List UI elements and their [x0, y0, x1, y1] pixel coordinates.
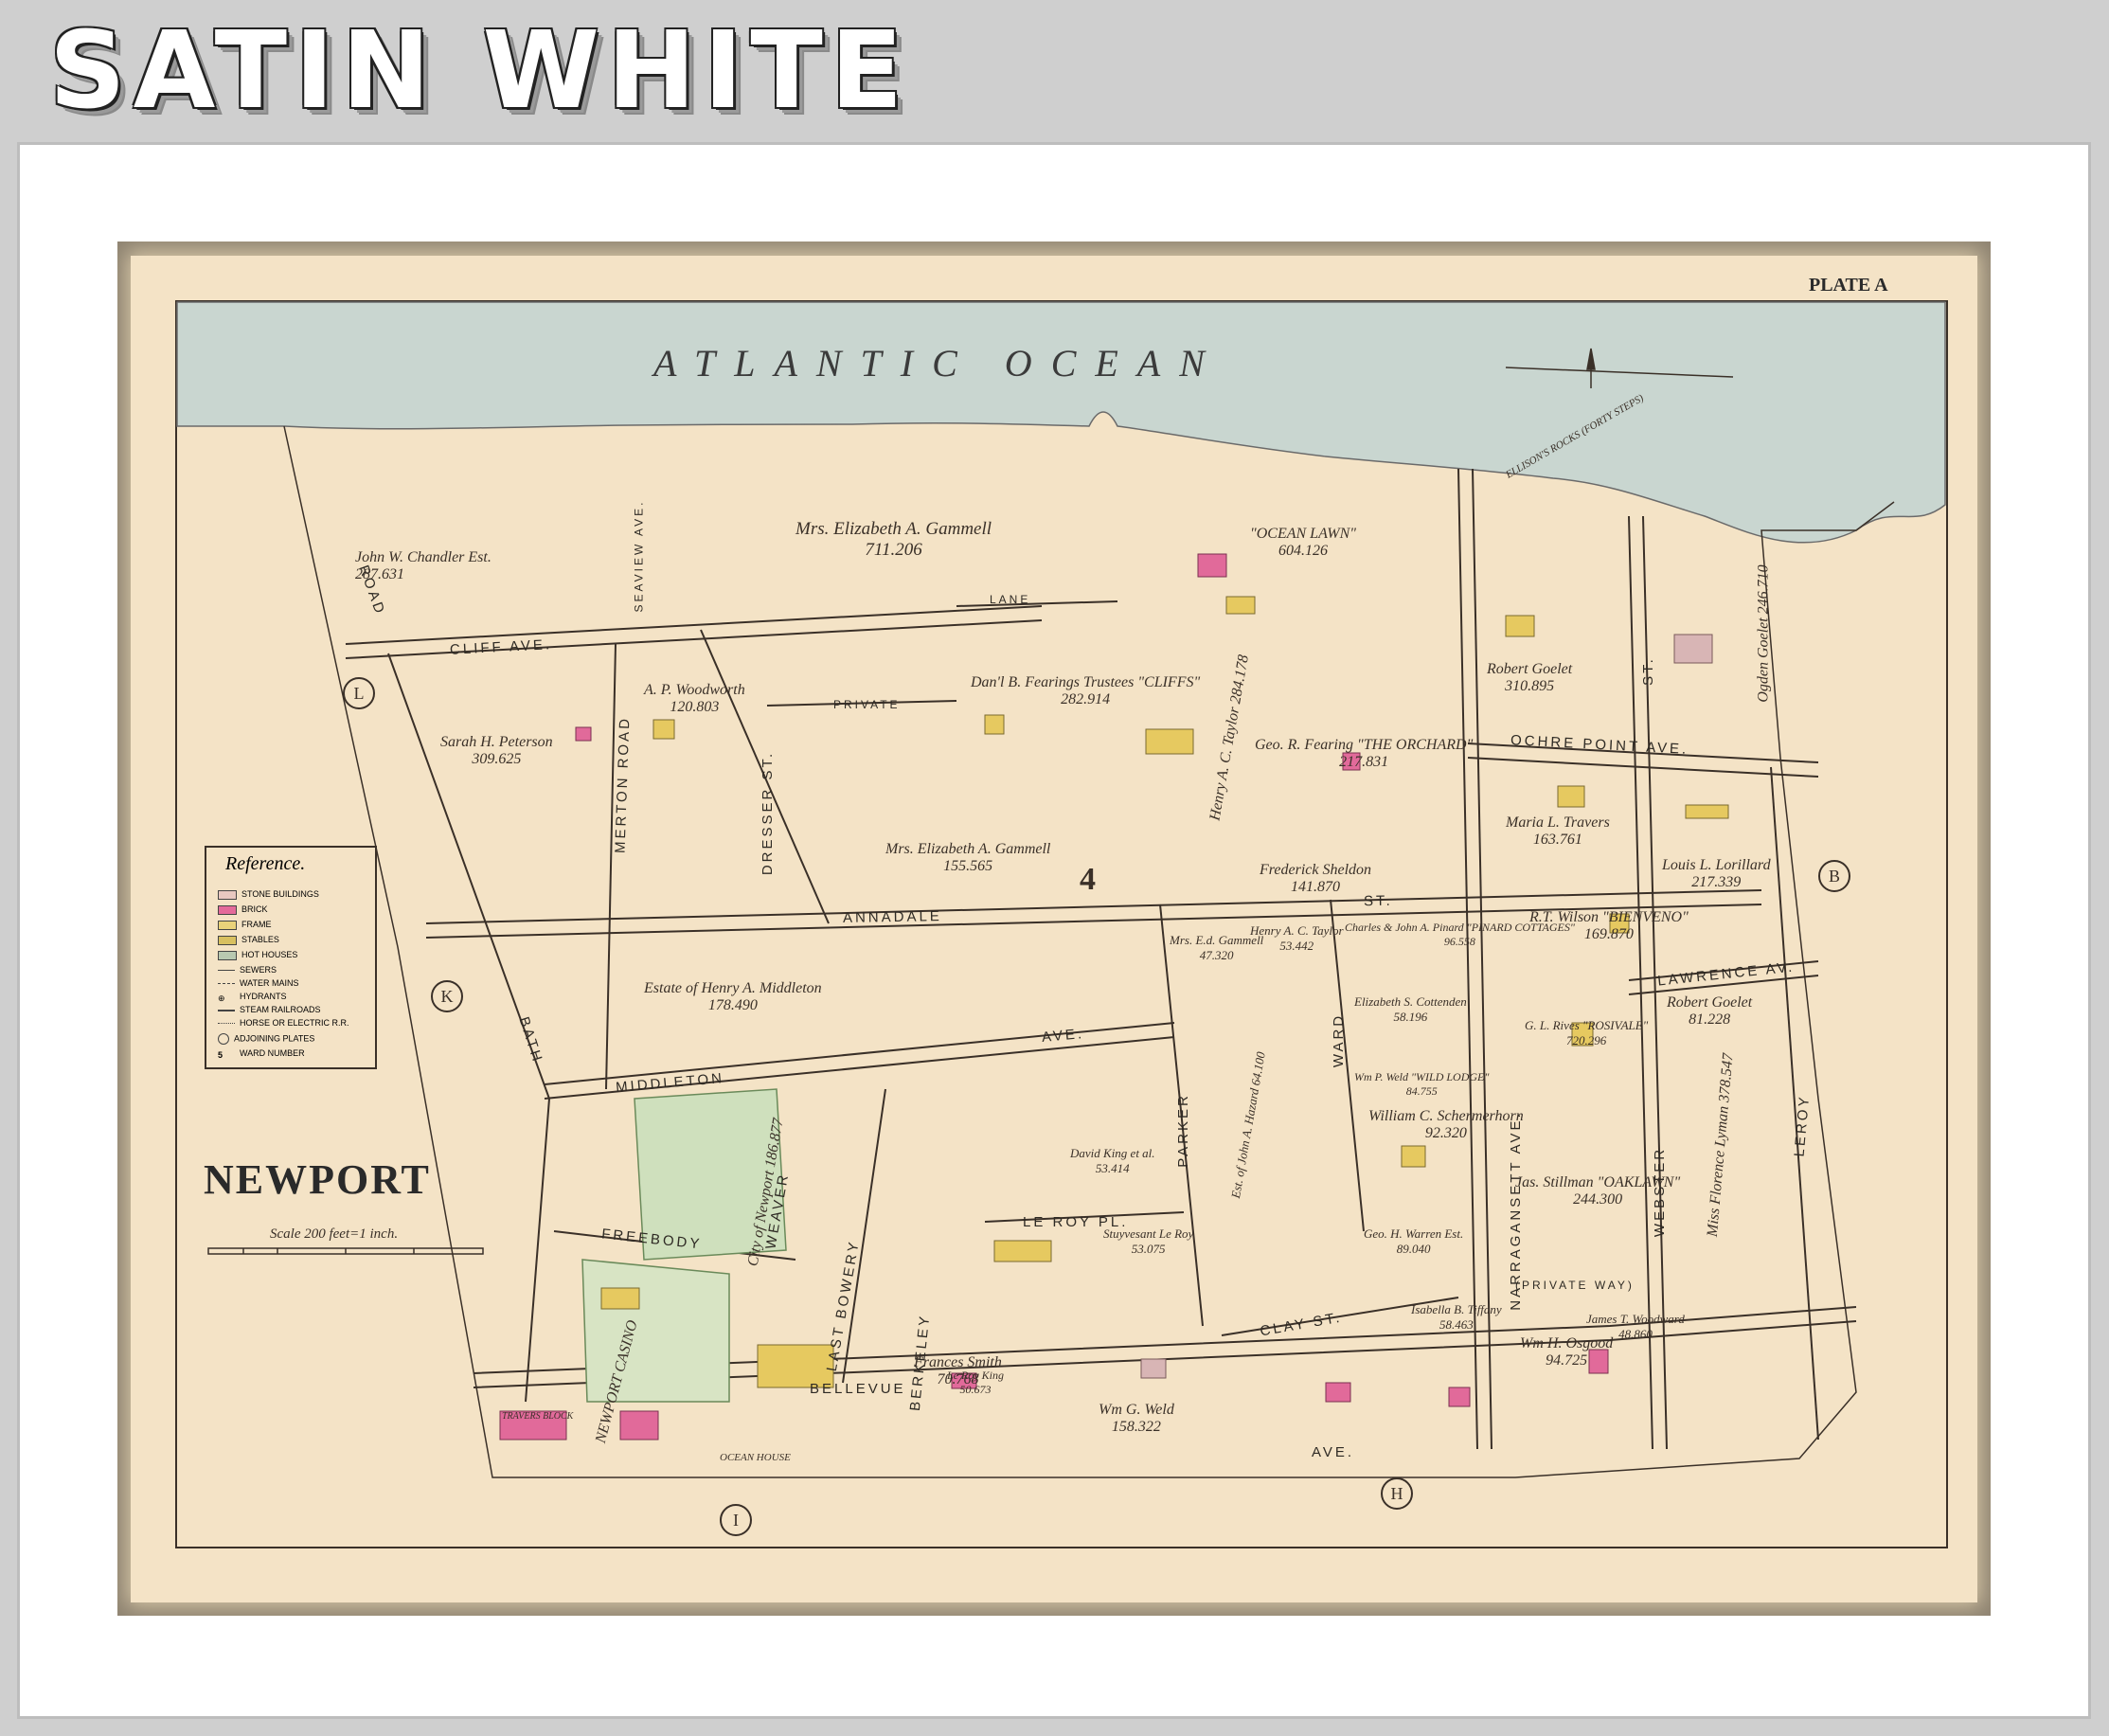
parcel-travers: Maria L. Travers 163.761	[1506, 814, 1610, 848]
ward-number: 4	[1080, 862, 1096, 897]
parcel-weld: Wm G. Weld 158.322	[1099, 1402, 1174, 1435]
ocean-area	[176, 301, 1946, 544]
adjoining-plate-L[interactable]: L	[343, 677, 375, 709]
street-label-dresser: DRESSER ST.	[760, 750, 777, 876]
parcel-travers-block: TRAVERS BLOCK	[502, 1411, 574, 1422]
scale-label: Scale 200 feet=1 inch.	[270, 1226, 399, 1242]
legend-hydrants: ⊕ HYDRANTS	[218, 992, 287, 1003]
scale-bar	[207, 1247, 484, 1255]
parcel-taylor-south: Henry A. C. Taylor 53.442	[1250, 923, 1344, 953]
parcel-robert-goelet: Robert Goelet 310.895	[1487, 661, 1573, 694]
parcel-robert-goelet-south: Robert Goelet 81.228	[1667, 994, 1753, 1028]
street-label-parker: PARKER	[1174, 1093, 1191, 1168]
street-label-seaview: SEAVIEW AVE.	[632, 499, 646, 613]
parcel-ogden-goelet: Ogden Goelet 246.710	[1755, 564, 1772, 703]
plate-label: PLATE A	[1809, 275, 1888, 295]
ocean-label: ATLANTIC OCEAN	[653, 342, 1224, 385]
casino-grounds	[581, 1259, 730, 1403]
legend-sewers: SEWERS	[218, 965, 277, 975]
street-label-ward: WARD	[1331, 1012, 1348, 1068]
adjoining-plate-I[interactable]: I	[720, 1504, 752, 1536]
parcel-peterson: Sarah H. Peterson 309.625	[440, 734, 553, 767]
legend-brick: BRICK	[218, 904, 268, 915]
legend-hot-houses: HOT HOUSES	[218, 950, 297, 960]
legend-adjoining-plates: ADJOINING PLATES	[218, 1033, 314, 1045]
parcel-warren: Geo. H. Warren Est. 89.040	[1364, 1226, 1464, 1256]
parcel-chandler: John W. Chandler Est. 287.631	[355, 549, 492, 582]
legend-stables: STABLES	[218, 935, 279, 945]
street-label-ochre-st: ST.	[1639, 656, 1656, 686]
city-label: NEWPORT	[204, 1156, 431, 1203]
reference-title: Reference.	[225, 853, 306, 874]
street-label-lane: LANE	[990, 593, 1031, 606]
street-label-annadale: ANNADALE	[842, 908, 942, 926]
legend-stone: STONE BUILDINGS	[218, 889, 319, 900]
parcel-leroy-king: Le Roy King 50.673	[947, 1369, 1004, 1396]
parcel-schermerhorn: William C. Schermerhorn 92.320	[1368, 1108, 1524, 1141]
parcel-gammell-north: Mrs. Elizabeth A. Gammell 711.206	[795, 519, 992, 560]
legend-ward-number: 5 WARD NUMBER	[218, 1048, 305, 1060]
parcel-lorillard: Louis L. Lorillard 217.339	[1662, 857, 1771, 890]
parcel-woodward: James T. Woodward 48.860	[1586, 1312, 1685, 1341]
legend-frame: FRAME	[218, 920, 272, 930]
parcel-fearing-cliffs: Dan'l B. Fearings Trustees "CLIFFS" 282.9…	[971, 674, 1201, 707]
parcel-tiffany: Isabella B. Tiffany 58.463	[1411, 1302, 1502, 1332]
parcel-woodworth: A. P. Woodworth 120.803	[644, 682, 745, 715]
parcel-wild-lodge: Wm P. Weld "WILD LODGE" 84.755	[1354, 1070, 1490, 1098]
parcel-cottenden: Elizabeth S. Cottenden 58.196	[1354, 994, 1467, 1024]
legend-steam-railroads: STEAM RAILROADS	[218, 1005, 321, 1014]
parcel-rives: G. L. Rives "ROSIVALE" 720.296	[1525, 1018, 1649, 1047]
adjoining-plate-B[interactable]: B	[1818, 860, 1850, 892]
adjoining-plate-K[interactable]: K	[431, 980, 463, 1012]
parcel-stuyvesant-leroy: Stuyvesant Le Roy 53.075	[1103, 1226, 1194, 1256]
street-merton	[605, 643, 617, 1090]
street-label-bellevue: BELLEVUE	[810, 1381, 906, 1397]
parcel-stillman: Jas. Stillman "OAKLAWN" 244.300	[1515, 1174, 1681, 1208]
parcel-ocean-lawn: "OCEAN LAWN" 604.126	[1250, 526, 1356, 559]
legend-horse-rr: HORSE OR ELECTRIC R.R.	[218, 1018, 349, 1028]
parcel-david-king: David King et al. 53.414	[1070, 1146, 1155, 1175]
street-label-private: PRIVATE	[833, 698, 901, 711]
parcel-sheldon: Frederick Sheldon 141.870	[1260, 862, 1372, 895]
parcel-pinard: Charles & John A. Pinard "PINARD COTTAGE…	[1345, 921, 1575, 948]
street-lane	[956, 600, 1118, 607]
street-bowery	[842, 1088, 886, 1384]
parcel-orchard: Geo. R. Fearing "THE ORCHARD" 217.831	[1255, 737, 1474, 770]
parcel-middleton-estate: Estate of Henry A. Middleton 178.490	[644, 980, 822, 1013]
street-label-private-way: (PRIVATE WAY)	[1515, 1279, 1635, 1292]
parcel-ed-gammell: Mrs. E.d. Gammell 47.320	[1170, 933, 1264, 962]
parcel-gammell-south: Mrs. Elizabeth A. Gammell 155.565	[885, 841, 1051, 874]
street-label-bellevue-ave: AVE.	[1312, 1444, 1355, 1460]
reference-legend: Reference. STONE BUILDINGS BRICK FRAME S…	[205, 846, 377, 1069]
adjoining-plate-H[interactable]: H	[1381, 1477, 1413, 1510]
legend-water-mains: WATER MAINS	[218, 978, 299, 988]
parcel-ocean-house: OCEAN HOUSE	[720, 1452, 791, 1463]
